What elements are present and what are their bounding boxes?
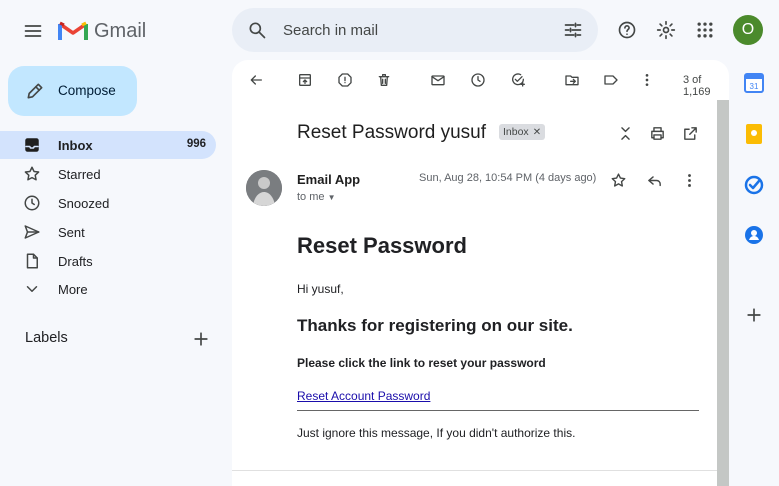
search-bar[interactable]: Search in mail [232,8,598,52]
account-avatar[interactable]: O [733,15,763,45]
main-menu-button[interactable] [20,18,46,44]
svg-text:31: 31 [750,82,759,91]
sidebar-item-label: Sent [58,225,85,240]
search-icon[interactable] [246,19,268,41]
print-icon[interactable] [646,122,668,144]
report-spam-icon[interactable] [334,69,356,91]
app-name: Gmail [94,19,147,42]
gmail-logo[interactable]: Gmail [58,15,146,47]
sidebar-item-label: Inbox [58,138,93,153]
email-view: 3 of 1,169 Reset Password yusuf Inbox ✕ … [232,60,729,486]
chip-label: Inbox [503,126,529,138]
email-instruction: Please click the link to reset your pass… [297,356,546,370]
send-icon [22,222,42,242]
search-options-icon[interactable] [562,19,584,41]
unread-count: 996 [186,138,206,150]
sidebar-item-sent[interactable]: Sent [0,218,216,246]
collapse-all-icon[interactable] [614,122,636,144]
clock-icon [22,193,42,213]
email-footer-text: Just ignore this message, If you didn't … [297,426,576,440]
gmail-m-icon [58,21,88,40]
add-task-icon[interactable] [507,69,529,91]
compose-label: Compose [58,83,116,98]
more-vert-icon[interactable] [678,169,700,191]
help-icon[interactable] [614,17,640,43]
scrollbar[interactable] [717,100,729,486]
settings-gear-icon[interactable] [653,17,679,43]
star-icon [22,164,42,184]
pencil-icon [24,80,46,102]
sender-name[interactable]: Email App [297,172,360,187]
calendar-app-icon[interactable]: 31 [742,71,766,95]
email-greeting: Hi yusuf, [297,282,344,296]
open-new-window-icon[interactable] [679,122,701,144]
divider [297,410,699,411]
inbox-label-chip[interactable]: Inbox ✕ [499,124,546,140]
delete-icon[interactable] [373,69,395,91]
file-icon [22,251,42,271]
reply-icon[interactable] [643,169,665,191]
label-tag-icon[interactable] [600,69,622,91]
email-body-heading: Reset Password [297,233,467,258]
sidebar-item-label: Drafts [58,254,93,269]
apps-grid-icon[interactable] [692,17,718,43]
sidebar-item-label: Snoozed [58,196,110,211]
keep-app-icon[interactable] [742,122,766,146]
plus-icon[interactable] [190,328,212,350]
move-to-folder-icon[interactable] [561,69,583,91]
recipient-toggle[interactable]: to me ▼ [297,191,336,203]
email-subject: Reset Password yusuf [297,122,487,143]
hamburger-icon [24,25,42,37]
sidebar-item-more[interactable]: More [0,275,216,303]
sidebar-item-inbox[interactable]: Inbox 996 [0,131,216,159]
compose-button[interactable]: Compose [8,66,137,116]
sender-avatar[interactable] [246,170,282,206]
more-vert-icon[interactable] [636,69,658,91]
search-input[interactable]: Search in mail [283,22,378,39]
sidebar-item-starred[interactable]: Starred [0,160,216,188]
back-arrow-icon[interactable] [245,69,267,91]
divider [232,470,717,471]
archive-icon[interactable] [294,69,316,91]
sidebar-item-label: Starred [58,167,101,182]
tasks-app-icon[interactable] [742,173,766,197]
sidebar-item-snoozed[interactable]: Snoozed [0,189,216,217]
recipient-label: to me [297,191,325,203]
pagination-count: 3 of 1,169 [683,74,711,98]
sidebar-item-drafts[interactable]: Drafts [0,247,216,275]
snooze-clock-icon[interactable] [467,69,489,91]
chevron-down-icon [22,279,42,299]
email-date: Sun, Aug 28, 10:54 PM (4 days ago) [419,172,597,184]
caret-down-icon: ▼ [327,193,336,202]
inbox-icon [22,135,42,155]
plus-icon[interactable] [742,303,766,327]
sidebar-item-label: More [58,282,88,297]
reset-password-link[interactable]: Reset Account Password [297,389,430,403]
close-icon[interactable]: ✕ [533,127,541,138]
mark-unread-icon[interactable] [427,69,449,91]
labels-heading: Labels [25,330,68,346]
email-thanks-text: Thanks for registering on our site. [297,316,573,335]
star-icon[interactable] [607,169,629,191]
contacts-app-icon[interactable] [742,223,766,247]
